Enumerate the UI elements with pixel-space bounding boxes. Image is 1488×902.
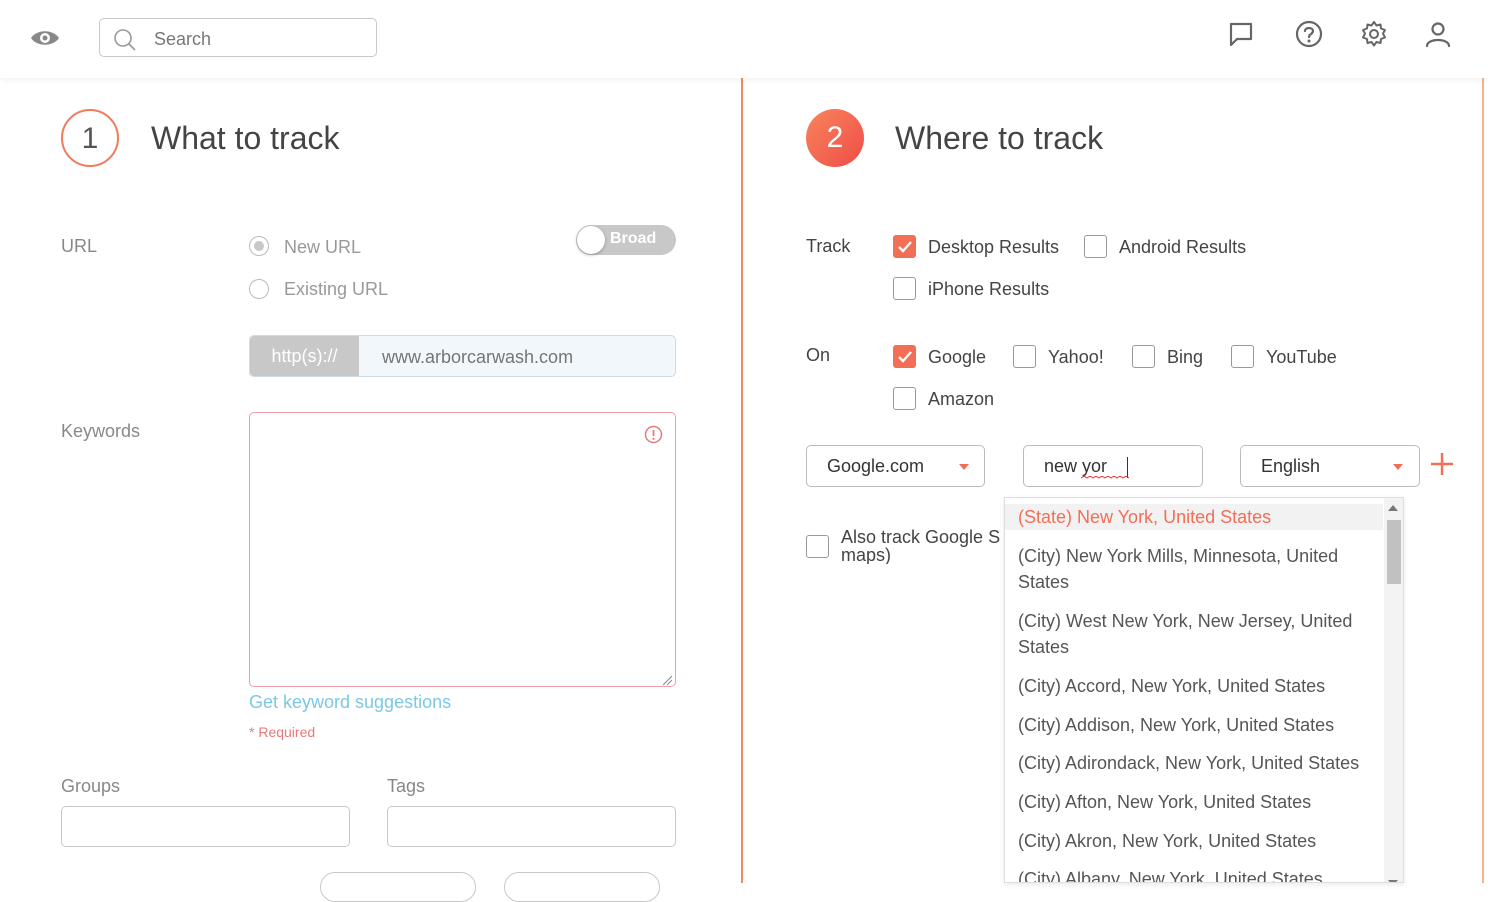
location-suggestion-item[interactable]: (City) Afton, New York, United States [1005, 789, 1383, 815]
new-url-radio-label[interactable]: New URL [284, 237, 361, 258]
url-protocol-prefix: http(s):// [250, 336, 359, 376]
step-1-title: What to track [151, 120, 340, 156]
tags-label: Tags [387, 776, 426, 796]
desktop-results-label[interactable]: Desktop Results [928, 237, 1059, 258]
url-input-group[interactable]: http(s):// [249, 335, 676, 377]
keywords-label: Keywords [61, 421, 141, 441]
location-suggestion-item[interactable]: (City) Accord, New York, United States [1005, 673, 1383, 699]
location-suggestions-dropdown[interactable]: (State) New York, United States (City) N… [1004, 497, 1404, 883]
broad-toggle-label: Broad [610, 230, 657, 247]
google-checkbox[interactable] [893, 345, 916, 368]
android-results-checkbox[interactable] [1084, 235, 1107, 258]
footer-button-right[interactable] [504, 872, 660, 902]
bing-label[interactable]: Bing [1167, 347, 1203, 368]
amazon-checkbox[interactable] [893, 387, 916, 410]
step-2-number: 2 [806, 109, 864, 167]
chevron-down-icon [959, 464, 969, 470]
existing-url-radio[interactable] [249, 279, 269, 299]
dropdown-scrollbar[interactable] [1384, 498, 1403, 882]
on-label: On [806, 345, 831, 365]
yahoo-label[interactable]: Yahoo! [1048, 347, 1104, 368]
panel-right-edge [1482, 72, 1484, 883]
desktop-results-checkbox[interactable] [893, 235, 916, 258]
snap-pack-checkbox[interactable] [806, 535, 829, 558]
iphone-results-checkbox[interactable] [893, 277, 916, 300]
snap-pack-label-line1: Also track Google Sn [841, 528, 1001, 547]
get-keyword-suggestions-link[interactable]: Get keyword suggestions [249, 692, 451, 713]
track-label: Track [806, 236, 851, 256]
yahoo-checkbox[interactable] [1013, 345, 1036, 368]
youtube-checkbox[interactable] [1231, 345, 1254, 368]
bing-checkbox[interactable] [1132, 345, 1155, 368]
groups-label: Groups [61, 776, 121, 796]
step-1-number: 1 [61, 109, 119, 167]
toggle-knob [577, 226, 605, 254]
spellcheck-underline [1081, 476, 1129, 479]
location-suggestion-item[interactable]: (City) Adirondack, New York, United Stat… [1005, 750, 1383, 776]
location-input[interactable]: new yor [1023, 445, 1203, 487]
url-input[interactable] [380, 344, 664, 370]
checkmark-icon [898, 351, 912, 363]
language-select[interactable]: English [1240, 445, 1420, 487]
new-url-radio[interactable] [249, 236, 269, 256]
resize-handle-icon[interactable] [661, 673, 673, 691]
location-suggestion-item[interactable]: (City) Addison, New York, United States [1005, 712, 1383, 738]
chevron-down-icon [1393, 464, 1403, 470]
search-engine-value: Google.com [827, 456, 925, 476]
search-icon [114, 29, 136, 51]
keywords-textarea[interactable] [249, 412, 676, 687]
google-label[interactable]: Google [928, 347, 986, 368]
add-location-icon[interactable] [1430, 452, 1454, 481]
youtube-label[interactable]: YouTube [1266, 347, 1337, 368]
eye-icon[interactable] [29, 26, 61, 55]
chat-icon[interactable] [1228, 20, 1254, 53]
snap-pack-label[interactable]: Also track Google Sn maps) [841, 528, 1001, 564]
required-note: * Required [249, 724, 316, 740]
broad-toggle[interactable]: Broad [576, 225, 676, 255]
location-suggestion-item[interactable]: (State) New York, United States [1005, 504, 1383, 530]
search-box[interactable] [99, 18, 377, 57]
location-suggestion-item[interactable]: (City) West New York, New Jersey, United… [1005, 608, 1383, 660]
location-suggestion-item[interactable]: (City) Albany, New York, United States [1005, 866, 1383, 882]
iphone-results-label[interactable]: iPhone Results [928, 279, 1049, 300]
snap-pack-label-line2: maps) [841, 545, 892, 564]
amazon-label[interactable]: Amazon [928, 389, 994, 410]
help-icon[interactable] [1295, 20, 1323, 53]
location-suggestion-item[interactable]: (City) New York Mills, Minnesota, United… [1005, 543, 1383, 595]
location-suggestion-item[interactable]: (City) Akron, New York, United States [1005, 828, 1383, 854]
top-bar [0, 0, 1488, 78]
search-input[interactable] [152, 26, 366, 52]
step-2-title: Where to track [895, 120, 1104, 156]
search-engine-select[interactable]: Google.com [806, 445, 985, 487]
existing-url-radio-label[interactable]: Existing URL [284, 279, 388, 300]
error-alert-icon [644, 425, 663, 449]
groups-input[interactable] [61, 806, 350, 847]
panel-divider [741, 78, 743, 883]
scroll-up-arrow-icon[interactable] [1388, 505, 1398, 511]
gear-icon[interactable] [1360, 20, 1388, 53]
language-value: English [1261, 456, 1321, 476]
text-cursor [1127, 457, 1128, 478]
checkmark-icon [898, 241, 912, 253]
footer-button-left[interactable] [320, 872, 476, 902]
url-label: URL [61, 236, 98, 256]
location-input-value: new yor [1044, 456, 1108, 476]
tags-input[interactable] [387, 806, 676, 847]
android-results-label[interactable]: Android Results [1119, 237, 1246, 258]
user-icon[interactable] [1424, 20, 1452, 53]
scrollbar-thumb[interactable] [1387, 520, 1401, 584]
